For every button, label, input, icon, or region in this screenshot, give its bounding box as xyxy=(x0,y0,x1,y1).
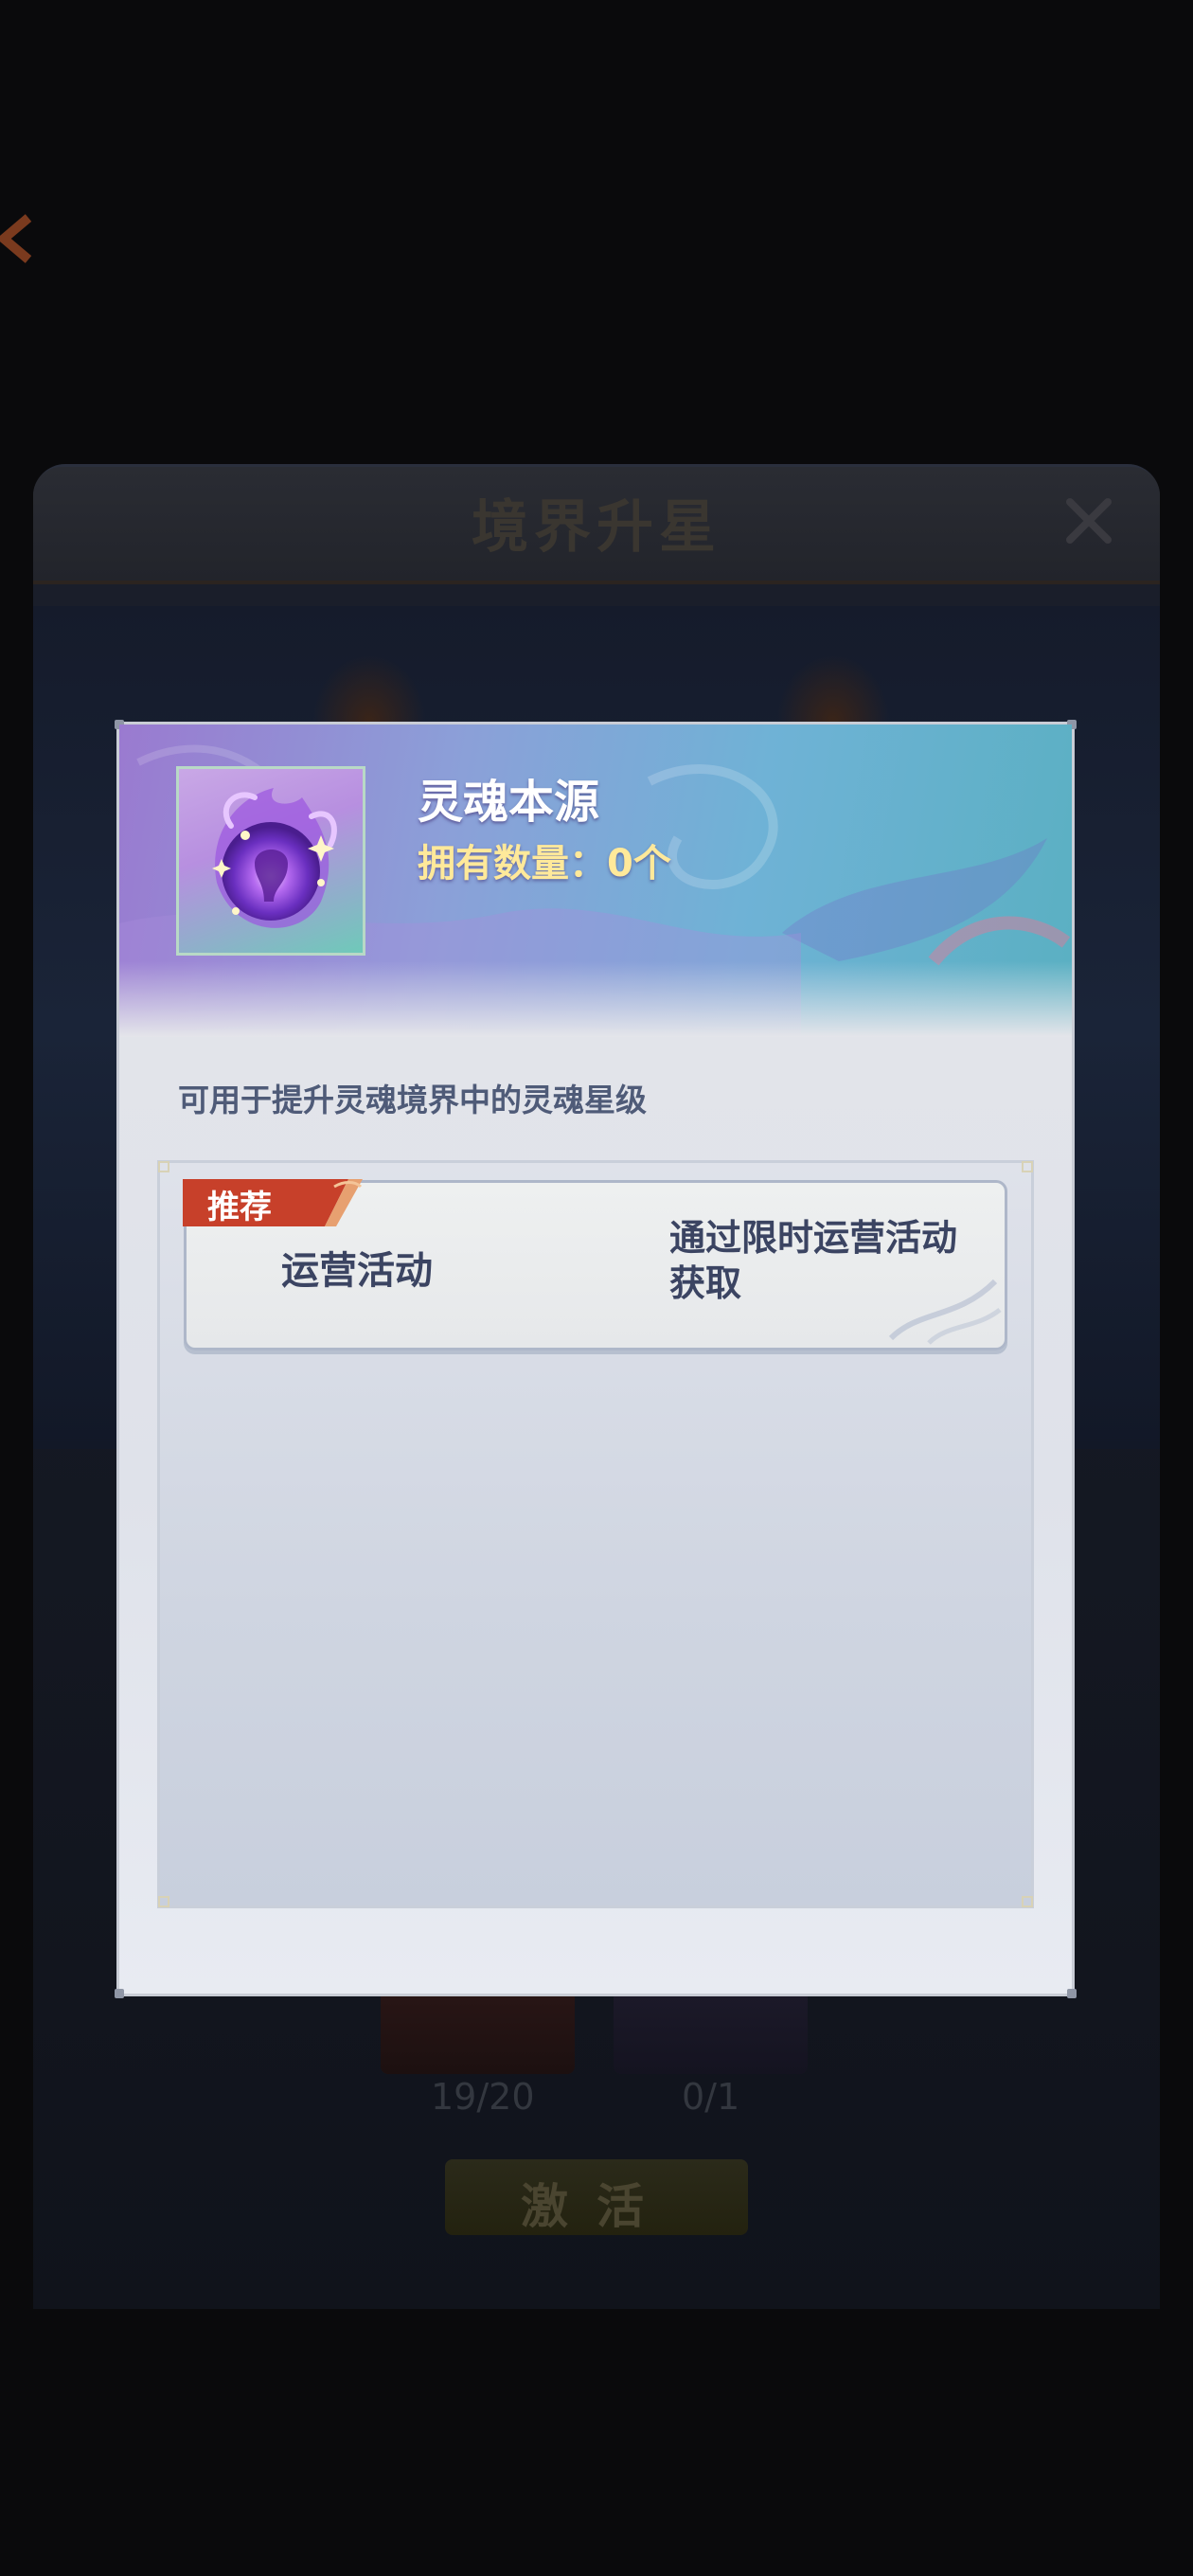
background-title: 境界升星 xyxy=(472,494,721,561)
activate-button-label: 激活 xyxy=(521,2178,672,2234)
popup-header: 灵魂本源 拥有数量：0个 xyxy=(119,724,1072,1037)
back-arrow-icon xyxy=(0,214,32,263)
soul-flame-graphic xyxy=(212,788,337,928)
popup-corner xyxy=(115,1989,124,1998)
source-list: 推荐 运营活动 通过限时运营活动获取 xyxy=(157,1160,1034,1908)
frame-corner xyxy=(1022,1161,1033,1172)
source-description: 通过限时运营活动获取 xyxy=(669,1217,958,1304)
source-row-operation-event[interactable]: 推荐 运营活动 通过限时运营活动获取 xyxy=(183,1179,1007,1351)
recommend-tag: 推荐 xyxy=(207,1189,272,1226)
background-material-count: 19/20 xyxy=(431,2076,535,2118)
background-material-slot xyxy=(381,1984,575,2074)
header-fade xyxy=(119,961,1072,1037)
frame-corner xyxy=(1022,1896,1033,1907)
purple-soul-flame-icon xyxy=(176,766,365,956)
popup-corner xyxy=(1067,1989,1077,1998)
source-name: 运营活动 xyxy=(281,1249,433,1293)
item-description: 可用于提升灵魂境界中的灵魂星级 xyxy=(178,1082,647,1118)
background-material-slot xyxy=(614,1984,808,2074)
frame-corner xyxy=(158,1896,169,1907)
item-name: 灵魂本源 xyxy=(418,776,600,829)
background-material-count: 0/1 xyxy=(682,2076,740,2118)
frame-corner xyxy=(158,1161,169,1172)
close-icon xyxy=(1066,498,1112,544)
item-info-popup: 灵魂本源 拥有数量：0个 可用于提升灵魂境界中的灵魂星级 推荐 运营活动 通过限… xyxy=(115,720,1077,1998)
item-owned-count: 拥有数量：0个 xyxy=(418,842,671,886)
